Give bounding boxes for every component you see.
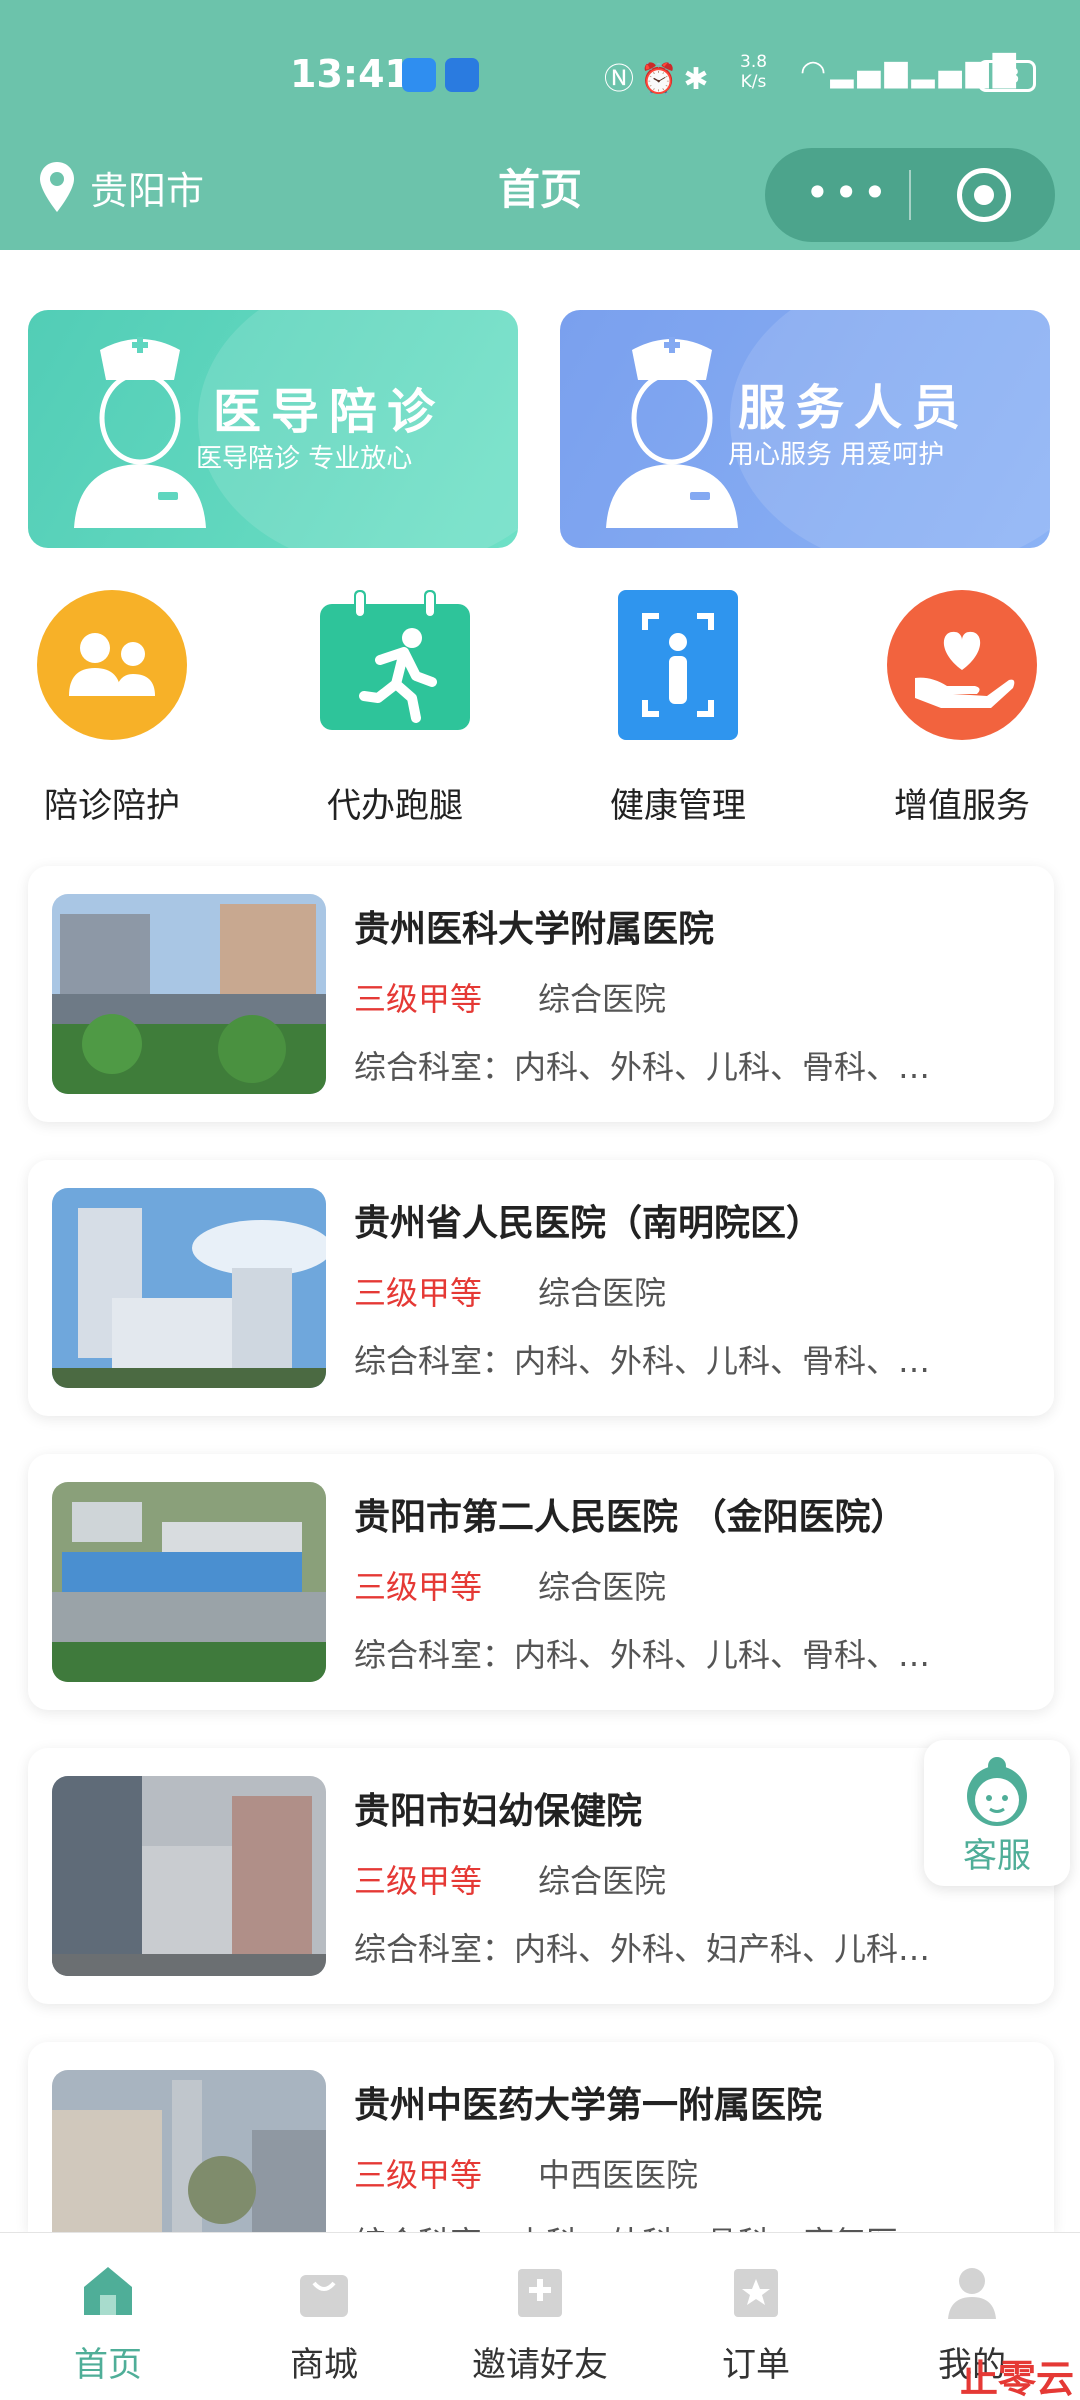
quick-action-label: 陪诊陪护 [44, 786, 180, 826]
tab-orders[interactable]: 订单 [648, 2233, 864, 2400]
banner-title: 医导陪诊 [213, 384, 446, 440]
hospital-photo [52, 1482, 326, 1682]
status-time: 13:41 [290, 52, 411, 96]
tab-label: 订单 [722, 2345, 790, 2385]
hospital-card[interactable]: 贵州中医药大学第一附属医院 三级甲等 中西医医院 综合科室：内科、外科、骨科、康… [28, 2042, 1054, 2232]
more-dots-icon[interactable]: ••• [805, 168, 891, 217]
hospital-name: 贵阳市妇幼保健院 [354, 1791, 643, 1832]
hospital-departments: 综合科室：内科、外科、妇产科、儿科… [354, 1930, 931, 1968]
quick-action-label: 增值服务 [894, 786, 1030, 826]
speed-unit: K/s [740, 72, 767, 92]
hospital-level: 三级甲等 [354, 1862, 483, 1900]
capsule-divider [909, 170, 911, 220]
target-icon[interactable] [957, 168, 1011, 222]
wifi-icon: ◠ [800, 54, 831, 89]
hospital-type: 综合医院 [538, 1274, 667, 1312]
banner-subtitle: 用心服务 用爱呵护 [728, 440, 945, 470]
hospital-type: 综合医院 [538, 980, 667, 1018]
status-bar: 13:41 Ⓝ⏰✱ 3.8 K/s ◠▂▄▆▂▄▆█ 73 [0, 40, 1080, 120]
tab-shop[interactable]: 商城 [216, 2233, 432, 2400]
people-icon [37, 590, 187, 740]
customer-service-icon [967, 1757, 1027, 1826]
hospital-level: 三级甲等 [354, 1568, 483, 1606]
tab-label: 商城 [290, 2345, 358, 2385]
hospital-name: 贵州省人民医院（南明院区） [354, 1203, 823, 1244]
signal-4g-icon: ▂▄▆ [830, 54, 912, 89]
nfc-icon: Ⓝ [604, 62, 640, 97]
banner-guide-escort[interactable]: 医导陪诊 医导陪诊 专业放心 [28, 310, 518, 548]
weather-app-icon [402, 58, 436, 92]
customer-service-label: 客服 [963, 1836, 1031, 1876]
hospital-photo [52, 2070, 326, 2232]
tab-label: 首页 [74, 2345, 142, 2385]
shopping-bag-icon [300, 2275, 348, 2317]
banner-subtitle: 医导陪诊 专业放心 [196, 444, 413, 474]
app-notification-icon [445, 58, 479, 92]
hospital-name: 贵州中医药大学第一附属医院 [354, 2085, 823, 2126]
quick-action-label: 代办跑腿 [327, 786, 463, 826]
home-icon [84, 2267, 132, 2315]
header: 13:41 Ⓝ⏰✱ 3.8 K/s ◠▂▄▆▂▄▆█ 73 贵阳市 首页 ••• [0, 0, 1080, 250]
nurse-icon [74, 337, 206, 528]
status-icons: Ⓝ⏰✱ [604, 54, 715, 98]
quick-action-label: 健康管理 [610, 786, 746, 826]
speed-value: 3.8 [740, 52, 768, 72]
hospital-photo [52, 1188, 326, 1388]
customer-service-button[interactable]: 客服 [924, 1740, 1070, 1886]
hospital-level: 三级甲等 [354, 1274, 483, 1312]
hospital-departments: 综合科室：内科、外科、儿科、骨科、… [354, 1048, 931, 1086]
invite-icon [518, 2269, 562, 2317]
hospital-level: 三级甲等 [354, 2156, 483, 2194]
nurse-icon [606, 337, 738, 528]
heart-hand-icon [887, 590, 1037, 740]
hospital-type: 综合医院 [538, 1568, 667, 1606]
tab-home[interactable]: 首页 [0, 2233, 216, 2400]
banner-service-staff[interactable]: 服务人员 用心服务 用爱呵护 [560, 310, 1050, 548]
quick-action-errand[interactable]: 代办跑腿 [285, 590, 505, 830]
hospital-name: 贵阳市第二人民医院 （金阳医院） [354, 1497, 907, 1538]
quick-action-escort[interactable]: 陪诊陪护 [2, 590, 222, 830]
watermark: 止零云 [960, 2357, 1075, 2400]
hospital-departments: 综合科室：内科、外科、儿科、骨科、… [354, 1342, 931, 1380]
hospital-photo [52, 894, 326, 1094]
quick-action-health[interactable]: 健康管理 [568, 590, 788, 830]
hospital-type: 综合医院 [538, 1862, 667, 1900]
hospital-departments: 综合科室：内科、外科、骨科、康复医… [354, 2218, 1034, 2232]
quick-action-value-added[interactable]: 增值服务 [852, 590, 1072, 830]
network-speed: 3.8 K/s [740, 52, 767, 92]
tab-invite[interactable]: 邀请好友 [432, 2233, 648, 2400]
hospital-photo [52, 1776, 326, 1976]
runner-calendar-icon [320, 590, 470, 730]
hospital-type: 中西医医院 [538, 2156, 699, 2194]
bluetooth-icon: ✱ [683, 62, 715, 97]
hospital-card[interactable]: 贵阳市妇幼保健院 三级甲等 综合医院 综合科室：内科、外科、妇产科、儿科… [28, 1748, 1054, 2004]
body-scan-icon [618, 590, 738, 740]
navigation-bar: 贵阳市 首页 ••• [0, 140, 1080, 242]
bottom-tab-bar: 首页 商城 邀请好友 订单 我的 [0, 2232, 1080, 2400]
hospital-card[interactable]: 贵州医科大学附属医院 三级甲等 综合医院 综合科室：内科、外科、儿科、骨科、… [28, 866, 1054, 1122]
hospital-name: 贵州医科大学附属医院 [354, 909, 715, 950]
order-icon [734, 2269, 778, 2317]
hospital-level: 三级甲等 [354, 980, 483, 1018]
hospital-card[interactable]: 贵州省人民医院（南明院区） 三级甲等 综合医院 综合科室：内科、外科、儿科、骨科… [28, 1160, 1054, 1416]
battery-icon: 73 [978, 60, 1036, 92]
banner-title: 服务人员 [738, 380, 971, 436]
tab-label: 邀请好友 [472, 2345, 608, 2385]
mini-program-capsule: ••• [765, 148, 1055, 242]
hospital-card[interactable]: 贵阳市第二人民医院 （金阳医院） 三级甲等 综合医院 综合科室：内科、外科、儿科… [28, 1454, 1054, 1710]
alarm-icon: ⏰ [640, 62, 684, 97]
hospital-departments: 综合科室：内科、外科、儿科、骨科、… [354, 1636, 931, 1674]
profile-icon [948, 2268, 996, 2319]
